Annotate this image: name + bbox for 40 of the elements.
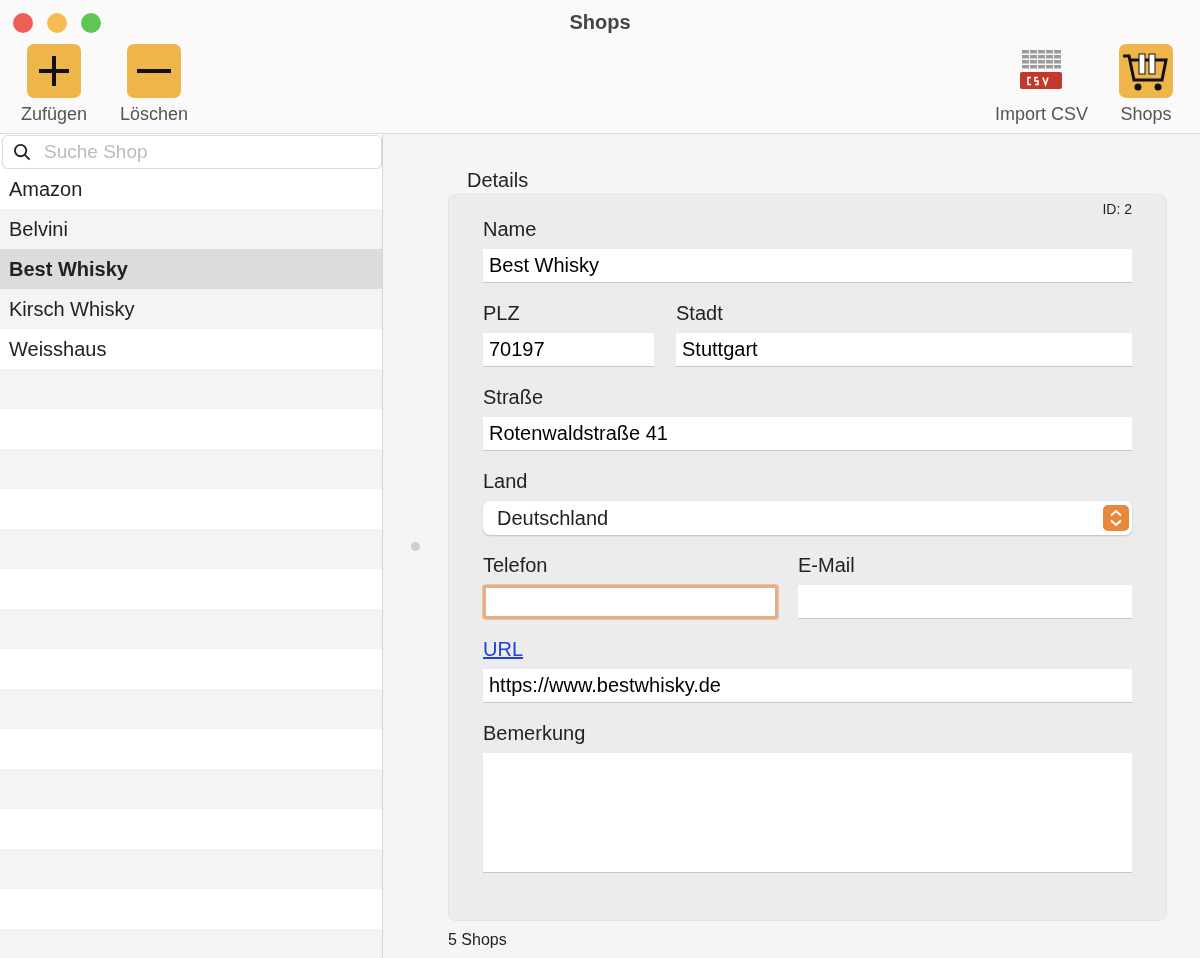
input-field[interactable]: 70197 <box>483 333 654 367</box>
window-title: Shops <box>569 10 631 34</box>
shop-list-item[interactable]: Best Whisky <box>0 249 382 289</box>
remark-field[interactable] <box>483 753 1132 873</box>
section-title: Details <box>466 169 530 193</box>
input-field[interactable]: https://www.bestwhisky.de <box>483 669 1132 703</box>
minimize-button[interactable] <box>47 13 67 33</box>
input-field[interactable] <box>483 585 778 619</box>
field-label: Land <box>483 470 529 494</box>
input-field[interactable]: Rotenwaldstraße 41 <box>483 417 1132 451</box>
shops-button[interactable]: Shops <box>1104 44 1188 125</box>
field-label: PLZ <box>483 302 521 326</box>
shopping-cart-icon <box>1119 44 1173 98</box>
url-link[interactable]: URL <box>483 638 523 660</box>
field-label: Stadt <box>676 302 724 326</box>
record-id: ID: 2 <box>1102 201 1132 218</box>
search-icon <box>13 142 32 162</box>
input-field[interactable]: Best Whisky <box>483 249 1132 283</box>
plus-icon <box>27 44 81 98</box>
field-label: E-Mail <box>798 554 856 578</box>
search-field[interactable]: Suche Shop <box>2 135 382 169</box>
chevron-up-down-icon <box>1103 505 1129 531</box>
country-select[interactable]: Deutschland <box>483 501 1132 535</box>
input-field[interactable] <box>798 585 1132 619</box>
zoom-button[interactable] <box>81 13 101 33</box>
field-label: Straße <box>483 386 545 410</box>
shop-list-item[interactable]: Kirsch Whisky <box>0 289 382 329</box>
field-label: Bemerkung <box>483 722 587 746</box>
add-button[interactable]: Zufügen <box>12 44 96 125</box>
search-input[interactable]: Suche Shop <box>42 140 371 164</box>
input-field[interactable]: Stuttgart <box>676 333 1132 367</box>
minus-icon <box>127 44 181 98</box>
status-text: 5 Shops <box>448 930 508 949</box>
split-handle[interactable] <box>411 541 420 551</box>
field-label: Telefon <box>483 554 549 578</box>
import-csv-button[interactable]: Import CSV <box>994 44 1088 125</box>
close-button[interactable] <box>13 13 33 33</box>
shop-list-item[interactable]: Belvini <box>0 209 382 249</box>
field-label: Name <box>483 218 538 242</box>
delete-button[interactable]: Löschen <box>112 44 196 125</box>
